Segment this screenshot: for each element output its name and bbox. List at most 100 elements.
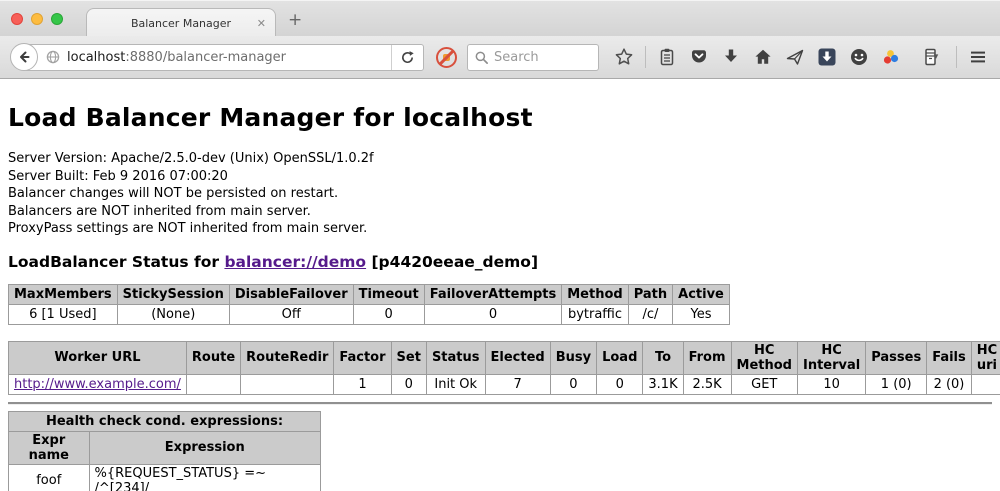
table-cell: 10: [797, 374, 865, 394]
plugin-blocked-icon[interactable]: [436, 47, 457, 68]
window-controls: [11, 13, 63, 25]
tab-bar: Balancer Manager ✕ +: [0, 0, 1000, 36]
toolbar-buttons: ▾: [613, 45, 1000, 69]
column-header: HC Method: [731, 341, 797, 374]
colored-dots-extension-button[interactable]: [880, 45, 902, 69]
star-icon: [614, 47, 634, 67]
health-check-table: Health check cond. expressions:Expr name…: [8, 411, 321, 491]
server-built-line: Server Built: Feb 9 2016 07:00:20: [8, 168, 992, 186]
table-row: foof%{REQUEST_STATUS} =~ /^[234]/: [9, 464, 321, 491]
globe-icon: [45, 49, 61, 65]
browser-chrome: Balancer Manager ✕ + localhost:8880/bala…: [0, 0, 1000, 79]
column-header: Worker URL: [9, 341, 187, 374]
column-header: To: [643, 341, 683, 374]
balancer-demo-link[interactable]: balancer://demo: [224, 253, 366, 271]
toolbar-divider: [956, 46, 957, 68]
home-icon: [753, 47, 773, 67]
column-header: HC uri: [971, 341, 1000, 374]
column-header: HC Interval: [797, 341, 865, 374]
balancer-inherit-note: Balancers are NOT inherited from main se…: [8, 203, 992, 221]
tab-balancer-manager[interactable]: Balancer Manager ✕: [86, 8, 276, 38]
column-header: Active: [673, 284, 730, 304]
table-cell: http://www.example.com/: [9, 374, 187, 394]
new-tab-button[interactable]: +: [288, 10, 302, 30]
download-arrow-icon: [721, 47, 741, 67]
column-header: Fails: [927, 341, 972, 374]
tab-title: Balancer Manager: [131, 17, 231, 30]
column-header: RouteRedir: [241, 341, 334, 374]
table-cell: 0: [550, 374, 596, 394]
table-row: 6 [1 Used](None)Off00bytraffic/c/Yes: [9, 304, 730, 324]
table-row: http://www.example.com/ 10Init Ok7003.1K…: [9, 374, 1000, 394]
minimize-window-button[interactable]: [31, 13, 43, 25]
divider: [8, 402, 992, 405]
hamburger-icon: [968, 47, 988, 67]
navigation-toolbar: localhost:8880/balancer-manager: [0, 36, 1000, 79]
close-window-button[interactable]: [11, 13, 23, 25]
table-cell: bytraffic: [562, 304, 628, 324]
server-info: Server Version: Apache/2.5.0-dev (Unix) …: [8, 150, 992, 238]
plugin-blocked-slash: [439, 50, 454, 65]
downloads-button[interactable]: [720, 45, 742, 69]
table-cell: 6 [1 Used]: [9, 304, 118, 324]
table-cell: Off: [229, 304, 353, 324]
zoom-window-button[interactable]: [51, 13, 63, 25]
smiley-extension-button[interactable]: [848, 45, 870, 69]
table-cell: %{REQUEST_STATUS} =~ /^[234]/: [89, 464, 320, 491]
search-bar[interactable]: [467, 44, 599, 71]
status-heading-suffix: [p4420eeae_demo]: [366, 253, 538, 271]
container-extension-button[interactable]: ▾: [912, 45, 946, 69]
column-header: Status: [426, 341, 485, 374]
table-cell: 1 (0): [866, 374, 927, 394]
table-cell: [971, 374, 1000, 394]
balancer-settings-table: MaxMembersStickySessionDisableFailoverTi…: [8, 284, 730, 325]
table-cell: 2 (0): [927, 374, 972, 394]
back-arrow-icon: [16, 49, 32, 65]
table-cell: GET: [731, 374, 797, 394]
url-path: :8880/balancer-manager: [125, 50, 286, 65]
column-header: MaxMembers: [9, 284, 118, 304]
column-header: Set: [391, 341, 426, 374]
menu-button[interactable]: [967, 45, 989, 69]
table-cell: 1: [334, 374, 391, 394]
url-text[interactable]: localhost:8880/balancer-manager: [67, 50, 387, 65]
url-host: localhost: [67, 50, 125, 65]
toolbar-divider: [645, 46, 646, 68]
column-header: FailoverAttempts: [424, 284, 562, 304]
blue-download-box-icon: [817, 47, 837, 67]
reading-list-button[interactable]: [656, 45, 678, 69]
url-bar[interactable]: localhost:8880/balancer-manager: [24, 44, 424, 71]
back-button[interactable]: [10, 43, 38, 71]
clipboard-icon: [657, 47, 677, 67]
column-header: Timeout: [353, 284, 424, 304]
column-header: DisableFailover: [229, 284, 353, 304]
home-button[interactable]: [752, 45, 774, 69]
send-tab-button[interactable]: [784, 45, 806, 69]
smiley-icon: [849, 47, 869, 67]
table-cell: 0: [353, 304, 424, 324]
page-content: Load Balancer Manager for localhost Serv…: [0, 103, 1000, 491]
table-cell: [241, 374, 334, 394]
worker-status-table: Worker URLRouteRouteRedirFactorSetStatus…: [8, 341, 1000, 395]
table-cell: 0: [424, 304, 562, 324]
pocket-button[interactable]: [688, 45, 710, 69]
reload-button[interactable]: [398, 50, 423, 65]
column-header: Method: [562, 284, 628, 304]
table-cell: 0: [597, 374, 643, 394]
table-cell: 2.5K: [683, 374, 731, 394]
column-header: Path: [628, 284, 672, 304]
table-cell: 0: [391, 374, 426, 394]
column-header: Elected: [485, 341, 550, 374]
reload-icon: [400, 50, 415, 65]
video-download-extension-button[interactable]: [816, 45, 838, 69]
status-heading-prefix: LoadBalancer Status for: [8, 253, 224, 271]
table-cell: /c/: [628, 304, 672, 324]
tab-close-icon[interactable]: ✕: [257, 17, 266, 30]
search-input[interactable]: [494, 50, 592, 65]
worker-url-link[interactable]: http://www.example.com/: [14, 377, 181, 392]
column-header: Passes: [866, 341, 927, 374]
chevron-down-icon[interactable]: ▾: [934, 52, 939, 62]
table-cell: 7: [485, 374, 550, 394]
bookmark-star-button[interactable]: [613, 45, 635, 69]
paper-plane-icon: [785, 47, 805, 67]
